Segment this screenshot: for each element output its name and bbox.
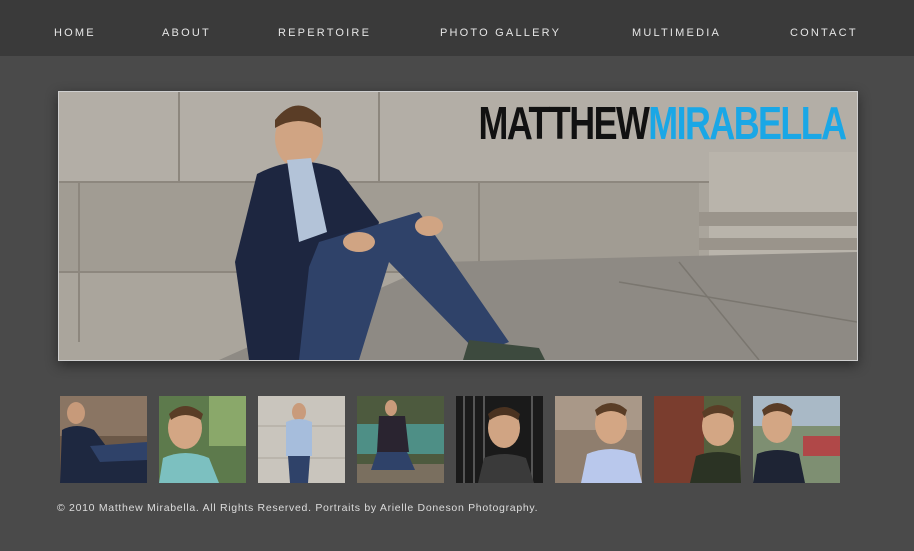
thumbnail-2-image <box>159 396 246 483</box>
site-title: MATTHEWMIRABELLA <box>478 97 847 149</box>
top-navigation: HOME ABOUT REPERTOIRE PHOTO GALLERY MULT… <box>0 0 914 56</box>
nav-multimedia-link[interactable]: MULTIMEDIA <box>632 27 721 39</box>
thumbnail-2[interactable] <box>159 396 246 483</box>
thumbnail-7-image <box>654 396 741 483</box>
thumbnail-1[interactable] <box>60 396 147 483</box>
site-title-first-name: MATTHEW <box>478 97 649 149</box>
nav-home-link[interactable]: HOME <box>54 27 96 39</box>
site-title-last-name: MIRABELLA <box>647 97 847 149</box>
hero-banner: MATTHEWMIRABELLA <box>58 91 858 361</box>
nav-repertoire-link[interactable]: REPERTOIRE <box>278 27 371 39</box>
thumbnail-4[interactable] <box>357 396 444 483</box>
nav-photo-gallery-link[interactable]: PHOTO GALLERY <box>440 27 561 39</box>
thumbnail-6-image <box>555 396 642 483</box>
thumbnail-7[interactable] <box>654 396 741 483</box>
nav-contact-link[interactable]: CONTACT <box>790 27 858 39</box>
thumbnail-1-image <box>60 396 147 483</box>
photo-thumbnail-strip <box>60 396 850 484</box>
thumbnail-4-image <box>357 396 444 483</box>
thumbnail-3[interactable] <box>258 396 345 483</box>
footer-copyright: © 2010 Matthew Mirabella. All Rights Res… <box>57 502 539 514</box>
thumbnail-8[interactable] <box>753 396 840 483</box>
nav-about-link[interactable]: ABOUT <box>162 27 211 39</box>
thumbnail-5-image <box>456 396 543 483</box>
thumbnail-6[interactable] <box>555 396 642 483</box>
thumbnail-5[interactable] <box>456 396 543 483</box>
thumbnail-3-image <box>258 396 345 483</box>
thumbnail-8-image <box>753 396 840 483</box>
